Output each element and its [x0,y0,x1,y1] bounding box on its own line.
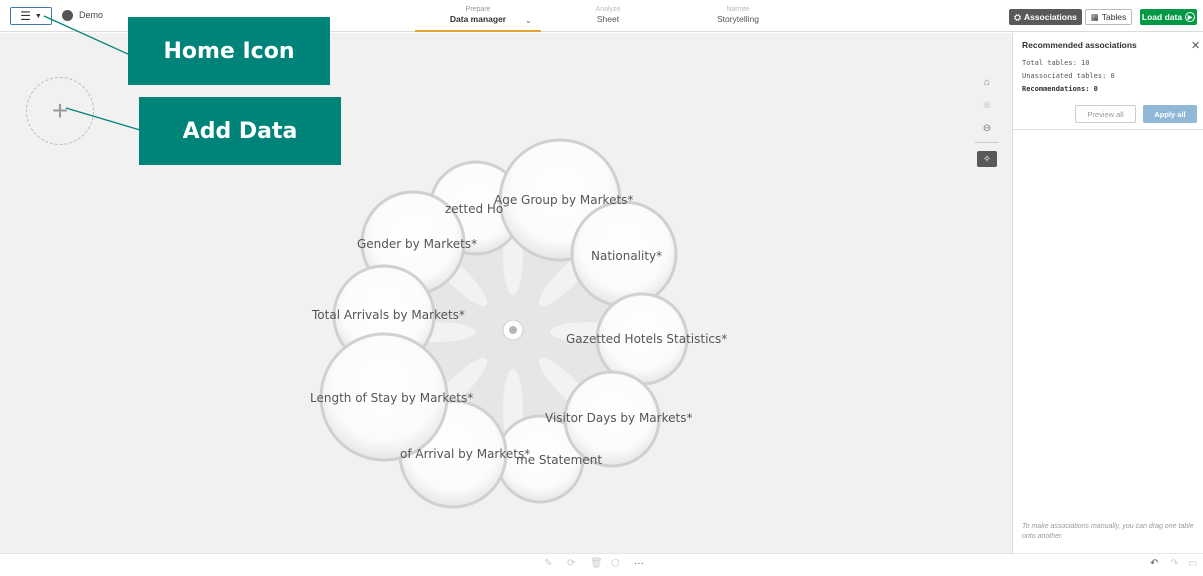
callout-add-data: Add Data [139,97,341,165]
edit-icon[interactable]: ✎ [544,558,552,569]
callout-add-leader [65,107,141,131]
tables-label: Tables [1101,12,1127,22]
unassociated-tables-text: Unassociated tables: 0 [1022,72,1115,80]
bubble-label-nationality: Nationality* [591,249,663,263]
bubble-label-income-statement: me Statement [516,453,603,467]
undo-icon[interactable]: ↶ [1150,558,1158,569]
bottom-toolbar: ✎ ⟳ 🗑 ⬡ ··· ↶ ↷ ▭ [0,553,1203,576]
table-icon: ▦ [1090,11,1099,22]
bubble-label-mode-of-arrival: of Arrival by Markets* [400,447,531,461]
recommended-associations-panel: Recommended associations ✕ Total tables:… [1012,33,1203,553]
more-icon[interactable]: ··· [634,558,644,569]
panel-toggle-icon[interactable]: ▭ [1188,558,1197,569]
delete-icon[interactable]: 🗑 [590,558,603,569]
hub-center [502,319,524,341]
refresh-icon[interactable]: ⟳ [567,558,575,569]
callout-home-leader [43,15,131,56]
redo-icon[interactable]: ↷ [1170,558,1178,569]
associations-icon: ⛭ [1014,11,1021,22]
bubble-label-visitor-days: Visitor Days by Markets* [545,411,693,425]
panel-title: Recommended associations [1022,40,1137,50]
associations-button[interactable]: ⛭ Associations [1009,9,1082,25]
callout-home-icon: Home Icon [128,17,330,85]
panel-divider [1013,129,1203,130]
apply-all-button[interactable]: Apply all [1143,105,1197,123]
bubble-label-total-arrivals: Total Arrivals by Markets* [312,308,465,322]
total-tables-text: Total tables: 10 [1022,59,1090,67]
tables-button[interactable]: ▦ Tables [1085,9,1132,25]
bubble-label-gazetted-hotels: Gazetted Hotels Statistics* [566,332,728,346]
tag-icon[interactable]: ⬡ [611,558,620,569]
associations-label: Associations [1023,12,1077,22]
bubble-label-length-of-stay: Length of Stay by Markets* [310,391,474,405]
play-icon: ▶ [1185,12,1196,22]
load-data-label: Load data [1141,12,1183,22]
close-icon[interactable]: ✕ [1191,39,1200,52]
preview-all-button[interactable]: Preview all [1075,105,1136,123]
bubble-label-gender: Gender by Markets* [357,237,478,251]
recommendations-text: Recommendations: 0 [1022,85,1098,93]
bubble-label-age-group: Age Group by Markets* [494,193,634,207]
manual-association-hint: To make associations manually, you can d… [1022,523,1194,540]
load-data-button[interactable]: Load data ▶ [1140,9,1197,25]
